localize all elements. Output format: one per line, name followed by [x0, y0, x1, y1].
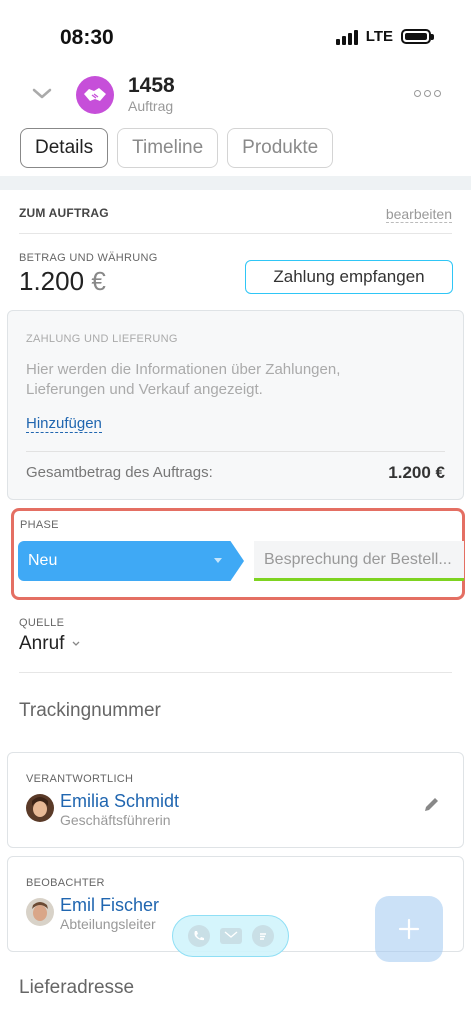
more-icon[interactable]	[414, 90, 441, 97]
order-section-title: ZUM AUFTRAG	[19, 206, 109, 220]
tab-bar: Details Timeline Produkte	[20, 128, 334, 168]
delivery-address-field[interactable]: Lieferadresse	[19, 977, 134, 999]
total-value: 1.200 €	[388, 463, 445, 482]
plus-icon	[398, 918, 420, 940]
battery-icon	[401, 29, 434, 44]
payment-delivery-box: ZAHLUNG UND LIEFERUNG Hier werden die In…	[7, 310, 464, 500]
responsible-box: VERANTWORTLICH Emilia Schmidt Geschäftsf…	[7, 752, 464, 848]
watcher-label: BEOBACHTER	[26, 877, 105, 889]
watcher-name[interactable]: Emil Fischer	[60, 895, 159, 916]
stage-current-label: Neu	[28, 552, 58, 569]
tracking-number-field[interactable]: Trackingnummer	[19, 700, 161, 722]
stage-current[interactable]: Neu	[18, 541, 244, 581]
watcher-role: Abteilungsleiter	[60, 916, 156, 932]
divider	[19, 672, 452, 673]
phone-icon[interactable]	[187, 925, 210, 947]
chevron-down-icon[interactable]	[30, 82, 54, 106]
phase-label: PHASE	[20, 519, 59, 531]
deal-avatar	[76, 76, 114, 114]
amount-currency: €	[91, 266, 106, 296]
source-select[interactable]: Anruf	[19, 633, 81, 655]
status-time: 08:30	[60, 26, 114, 49]
add-link[interactable]: Hinzufügen	[26, 415, 102, 433]
pencil-icon[interactable]	[423, 795, 441, 813]
communication-bar	[172, 915, 289, 957]
chat-icon[interactable]	[251, 925, 274, 947]
add-button[interactable]	[375, 896, 443, 962]
amount-number: 1.200	[19, 266, 85, 296]
avatar	[26, 794, 54, 822]
deal-id: 1458	[128, 74, 175, 97]
amount-value: 1.200 €	[19, 266, 106, 297]
divider	[26, 451, 445, 452]
mail-icon[interactable]	[219, 928, 242, 944]
responsible-role: Geschäftsführerin	[60, 812, 171, 828]
divider	[19, 233, 452, 234]
status-indicators: LTE	[335, 28, 434, 45]
signal-icon	[335, 29, 358, 45]
order-section-header: ZUM AUFTRAG bearbeiten	[19, 206, 452, 223]
deal-type: Auftrag	[128, 98, 174, 114]
source-value: Anruf	[19, 633, 65, 654]
responsible-label: VERANTWORTLICH	[26, 773, 134, 785]
tab-products[interactable]: Produkte	[227, 128, 334, 168]
chevron-down-icon	[72, 641, 80, 646]
payment-label: ZAHLUNG UND LIEFERUNG	[26, 333, 178, 345]
source-label: QUELLE	[19, 617, 65, 629]
status-bar: 08:30 LTE	[0, 0, 471, 60]
stage-next[interactable]: Besprechung der Bestell...	[254, 541, 464, 581]
caret-down-icon	[214, 558, 222, 563]
separator-band	[0, 176, 471, 190]
avatar	[26, 898, 54, 926]
responsible-name[interactable]: Emilia Schmidt	[60, 791, 179, 812]
tab-timeline[interactable]: Timeline	[117, 128, 219, 168]
payment-description: Hier werden die Informationen über Zahlu…	[26, 361, 341, 398]
amount-label: BETRAG UND WÄHRUNG	[19, 252, 158, 264]
handshake-icon	[84, 88, 106, 101]
tab-details[interactable]: Details	[20, 128, 109, 168]
network-label: LTE	[365, 28, 393, 45]
edit-link[interactable]: bearbeiten	[385, 206, 452, 223]
receive-payment-button[interactable]: Zahlung empfangen	[245, 260, 453, 294]
total-label: Gesamtbetrag des Auftrags:	[26, 464, 213, 481]
phase-section: PHASE Neu Besprechung der Bestell...	[11, 508, 465, 600]
deal-header: 1458 Auftrag	[0, 70, 471, 120]
